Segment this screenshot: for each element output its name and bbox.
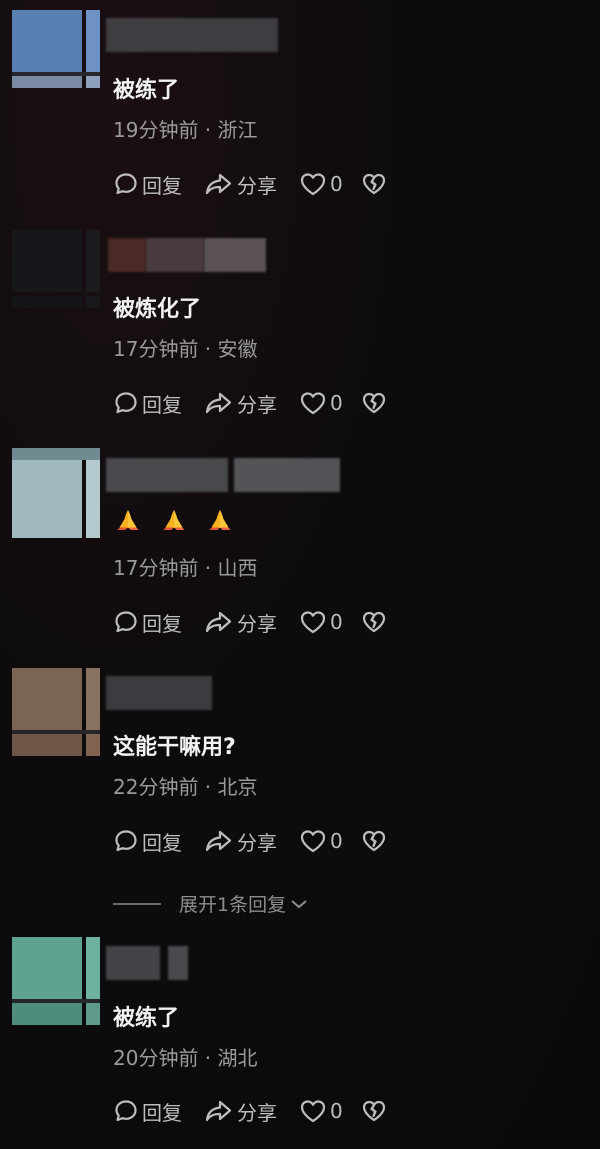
like-count: 0 — [330, 391, 343, 415]
share-button[interactable]: 分享 — [204, 827, 277, 856]
username-blurred[interactable] — [168, 946, 188, 980]
username-blurred[interactable] — [108, 238, 146, 272]
dislike-button[interactable] — [361, 390, 387, 416]
reply-label: 回复 — [142, 611, 182, 636]
reply-button[interactable]: 回复 — [113, 1097, 182, 1126]
username-blurred[interactable] — [204, 238, 266, 272]
share-button[interactable]: 分享 — [204, 389, 277, 418]
share-label: 分享 — [237, 611, 277, 636]
heart-icon — [300, 611, 326, 634]
folded-hands-emoji — [117, 510, 139, 530]
reply-label: 回复 — [142, 1100, 182, 1125]
username-blurred[interactable] — [146, 238, 204, 272]
comment-meta: 17分钟前 · 山西 — [113, 556, 258, 580]
like-button[interactable]: 0 — [299, 171, 343, 197]
folded-hands-emoji — [209, 510, 231, 530]
avatar[interactable] — [12, 230, 100, 320]
dislike-button[interactable] — [361, 171, 387, 197]
expand-replies-button[interactable]: 展开1条回复 — [113, 890, 309, 917]
share-arrow-icon — [205, 392, 232, 414]
share-label: 分享 — [237, 1100, 277, 1125]
comment-text: 被练了 — [113, 78, 180, 103]
broken-heart-icon — [362, 1100, 385, 1122]
username-blurred[interactable] — [106, 676, 212, 710]
like-button[interactable]: 0 — [299, 828, 343, 854]
chevron-down-icon — [291, 899, 307, 908]
comment-bubble-icon — [115, 830, 137, 852]
share-arrow-icon — [205, 1100, 232, 1122]
share-label: 分享 — [237, 830, 277, 855]
share-arrow-icon — [205, 830, 232, 852]
comment-text: 🙏🙏🙏 — [113, 504, 235, 534]
share-label: 分享 — [237, 173, 277, 198]
like-button[interactable]: 0 — [299, 390, 343, 416]
avatar[interactable] — [12, 937, 100, 1027]
like-button[interactable]: 0 — [299, 1098, 343, 1124]
dislike-button[interactable] — [361, 609, 387, 635]
heart-icon — [300, 173, 326, 196]
dislike-button[interactable] — [361, 828, 387, 854]
comment-bubble-icon — [115, 611, 137, 633]
like-count: 0 — [330, 829, 343, 853]
share-button[interactable]: 分享 — [204, 608, 277, 637]
broken-heart-icon — [362, 611, 385, 633]
heart-icon — [300, 1100, 326, 1123]
comment-actions: 回复 分享 0 — [113, 169, 409, 199]
reply-label: 回复 — [142, 830, 182, 855]
folded-hands-emoji — [163, 510, 185, 530]
heart-icon — [300, 392, 326, 415]
comment-text: 被练了 — [113, 1006, 180, 1031]
like-count: 0 — [330, 610, 343, 634]
divider — [113, 902, 161, 905]
share-arrow-icon — [205, 611, 232, 633]
comment-bubble-icon — [115, 1100, 137, 1122]
username-blurred[interactable] — [234, 458, 340, 492]
comment-meta: 17分钟前 · 安徽 — [113, 337, 258, 361]
reply-button[interactable]: 回复 — [113, 170, 182, 199]
reply-button[interactable]: 回复 — [113, 389, 182, 418]
comment-meta: 22分钟前 · 北京 — [113, 775, 258, 799]
share-label: 分享 — [237, 392, 277, 417]
dislike-button[interactable] — [361, 1098, 387, 1124]
like-button[interactable]: 0 — [299, 609, 343, 635]
comment-bubble-icon — [115, 173, 137, 195]
share-arrow-icon — [205, 173, 232, 195]
heart-icon — [300, 830, 326, 853]
comment-meta: 20分钟前 · 湖北 — [113, 1046, 258, 1070]
username-blurred[interactable] — [106, 458, 228, 492]
comment-text: 这能干嘛用? — [113, 735, 236, 760]
broken-heart-icon — [362, 392, 385, 414]
like-count: 0 — [330, 1099, 343, 1123]
comment-actions: 回复 分享 0 — [113, 388, 409, 418]
username-blurred[interactable] — [106, 946, 160, 980]
share-button[interactable]: 分享 — [204, 170, 277, 199]
comment-text: 被炼化了 — [113, 297, 202, 322]
username-blurred[interactable] — [106, 18, 278, 52]
avatar[interactable] — [12, 668, 100, 758]
comment-bubble-icon — [115, 392, 137, 414]
avatar[interactable] — [12, 448, 100, 538]
comment-actions: 回复 分享 0 — [113, 826, 409, 856]
broken-heart-icon — [362, 173, 385, 195]
comment-actions: 回复 分享 0 — [113, 1096, 409, 1126]
reply-label: 回复 — [142, 173, 182, 198]
expand-replies-label: 展开1条回复 — [179, 894, 287, 916]
reply-label: 回复 — [142, 392, 182, 417]
emoji-row — [113, 504, 235, 534]
like-count: 0 — [330, 172, 343, 196]
reply-button[interactable]: 回复 — [113, 827, 182, 856]
comment-meta: 19分钟前 · 浙江 — [113, 118, 258, 142]
comment-actions: 回复 分享 0 — [113, 607, 409, 637]
broken-heart-icon — [362, 830, 385, 852]
reply-button[interactable]: 回复 — [113, 608, 182, 637]
share-button[interactable]: 分享 — [204, 1097, 277, 1126]
avatar[interactable] — [12, 10, 100, 100]
